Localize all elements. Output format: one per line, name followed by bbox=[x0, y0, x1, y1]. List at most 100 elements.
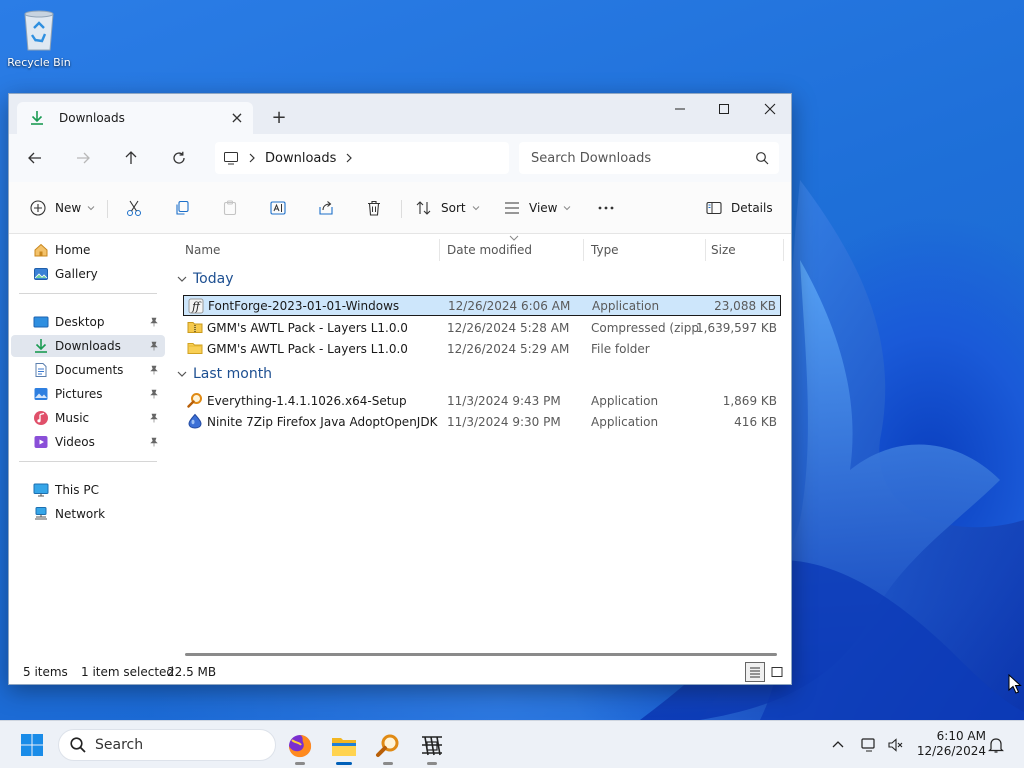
file-row[interactable]: GMM's AWTL Pack - Layers L1.0.0 12/26/20… bbox=[183, 317, 781, 338]
chevron-up-icon bbox=[832, 741, 844, 748]
network-icon bbox=[35, 507, 47, 520]
taskbar-app-everything[interactable] bbox=[370, 729, 406, 765]
up-button[interactable] bbox=[117, 146, 145, 170]
group-header-today[interactable]: Today bbox=[177, 269, 234, 289]
taskbar-search[interactable]: Search bbox=[58, 729, 276, 761]
list-view-icon bbox=[505, 202, 519, 214]
rename-icon bbox=[270, 201, 286, 215]
file-row[interactable]: ff FontForge-2023-01-01-Windows 12/26/20… bbox=[183, 295, 781, 316]
view-label: View bbox=[529, 201, 558, 215]
search-icon bbox=[756, 152, 769, 165]
download-icon bbox=[35, 339, 47, 353]
pin-icon bbox=[150, 437, 158, 447]
file-type: Application bbox=[592, 298, 660, 313]
group-header-last-month[interactable]: Last month bbox=[177, 364, 272, 384]
maximize-button[interactable] bbox=[701, 94, 747, 124]
file-row[interactable]: Ninite 7Zip Firefox Java AdoptOpenJDK x.… bbox=[183, 411, 781, 432]
nav-item-desktop[interactable]: Desktop bbox=[11, 311, 165, 333]
details-view-button[interactable] bbox=[745, 662, 765, 682]
view-button[interactable]: View bbox=[503, 196, 571, 220]
windows-start-icon[interactable] bbox=[20, 733, 44, 757]
address-bar[interactable]: Downloads bbox=[215, 142, 509, 174]
chevron-right-icon[interactable] bbox=[344, 153, 354, 163]
nav-item-pictures[interactable]: Pictures bbox=[11, 383, 165, 405]
file-type: Compressed (zipp... bbox=[591, 320, 701, 335]
sort-button[interactable]: Sort bbox=[415, 196, 480, 220]
file-date: 11/3/2024 9:30 PM bbox=[447, 414, 561, 429]
search-icon bbox=[70, 737, 86, 753]
taskbar-app-firefox[interactable] bbox=[282, 729, 318, 765]
network-status-button[interactable] bbox=[860, 735, 880, 755]
horizontal-scrollbar[interactable] bbox=[185, 653, 777, 656]
nav-item-label: Desktop bbox=[55, 315, 105, 329]
delete-button[interactable] bbox=[365, 196, 383, 220]
tab-downloads[interactable]: Downloads × bbox=[17, 102, 253, 134]
minimize-icon bbox=[675, 108, 685, 110]
more-options-button[interactable] bbox=[597, 196, 615, 220]
everything-search-icon bbox=[187, 393, 202, 408]
file-name: FontForge-2023-01-01-Windows bbox=[208, 298, 400, 313]
nav-item-music[interactable]: Music bbox=[11, 407, 165, 429]
back-button[interactable] bbox=[21, 146, 49, 170]
column-header-size[interactable]: Size bbox=[711, 243, 736, 257]
nav-item-network[interactable]: Network bbox=[11, 503, 165, 525]
pin-icon bbox=[150, 365, 158, 375]
nav-item-this-pc[interactable]: This PC bbox=[11, 479, 165, 501]
copy-button[interactable] bbox=[173, 196, 191, 220]
desktop-recycle-bin[interactable]: Recycle Bin bbox=[4, 8, 74, 78]
minimize-button[interactable] bbox=[657, 94, 703, 124]
selection-size: 22.5 MB bbox=[167, 665, 217, 679]
nav-item-downloads[interactable]: Downloads bbox=[11, 335, 165, 357]
notifications-button[interactable] bbox=[986, 735, 1006, 755]
close-window-button[interactable] bbox=[747, 94, 793, 124]
column-header-type[interactable]: Type bbox=[591, 243, 619, 257]
new-tab-button[interactable]: + bbox=[267, 106, 291, 130]
column-divider[interactable] bbox=[583, 239, 584, 261]
forward-button[interactable] bbox=[69, 146, 97, 170]
refresh-button[interactable] bbox=[165, 146, 193, 170]
mouse-cursor-icon bbox=[1008, 674, 1022, 694]
nav-item-label: Music bbox=[55, 411, 90, 425]
new-button[interactable]: New bbox=[29, 196, 95, 220]
nav-item-gallery[interactable]: Gallery bbox=[11, 263, 165, 285]
details-label: Details bbox=[731, 201, 773, 215]
details-pane-button[interactable]: Details bbox=[705, 196, 773, 220]
column-divider[interactable] bbox=[439, 239, 440, 261]
column-divider[interactable] bbox=[783, 239, 784, 261]
divider bbox=[19, 461, 157, 462]
divider bbox=[107, 200, 108, 218]
plus-circle-icon bbox=[30, 200, 46, 216]
column-header-name[interactable]: Name bbox=[185, 243, 220, 257]
taskbar-app-file-explorer[interactable] bbox=[326, 729, 362, 765]
taskbar-app-fontforge[interactable] bbox=[414, 729, 450, 765]
tiles-view-button[interactable] bbox=[767, 662, 787, 682]
cut-button[interactable] bbox=[125, 196, 143, 220]
nav-item-home[interactable]: Home bbox=[11, 239, 165, 261]
show-hidden-icons-button[interactable] bbox=[828, 735, 848, 755]
divider bbox=[401, 200, 402, 218]
nav-item-videos[interactable]: Videos bbox=[11, 431, 165, 453]
running-indicator bbox=[295, 762, 305, 765]
file-date: 11/3/2024 9:43 PM bbox=[447, 393, 561, 408]
paste-button[interactable] bbox=[221, 196, 239, 220]
column-divider[interactable] bbox=[705, 239, 706, 261]
nav-item-label: Videos bbox=[55, 435, 95, 449]
selection-count: 1 item selected bbox=[81, 665, 175, 679]
column-header-date[interactable]: Date modified bbox=[447, 243, 532, 257]
status-bar: 5 items 1 item selected 22.5 MB bbox=[9, 660, 791, 684]
nav-item-label: This PC bbox=[55, 483, 99, 497]
clock-time: 6:10 AM bbox=[936, 729, 986, 743]
nav-item-documents[interactable]: Documents bbox=[11, 359, 165, 381]
rename-button[interactable] bbox=[269, 196, 287, 220]
share-button[interactable] bbox=[317, 196, 335, 220]
clock[interactable]: 6:10 AM 12/26/2024 bbox=[916, 729, 986, 759]
file-row[interactable]: Everything-1.4.1.1026.x64-Setup 11/3/202… bbox=[183, 390, 781, 411]
this-pc-icon bbox=[33, 483, 49, 497]
breadcrumb-downloads[interactable]: Downloads bbox=[265, 151, 336, 166]
close-tab-icon[interactable]: × bbox=[227, 108, 247, 128]
nav-item-label: Home bbox=[55, 243, 91, 257]
volume-button[interactable] bbox=[886, 735, 906, 755]
search-input[interactable]: Search Downloads bbox=[519, 142, 779, 174]
file-row[interactable]: GMM's AWTL Pack - Layers L1.0.0 12/26/20… bbox=[183, 338, 781, 359]
tiles-view-icon bbox=[771, 667, 783, 677]
